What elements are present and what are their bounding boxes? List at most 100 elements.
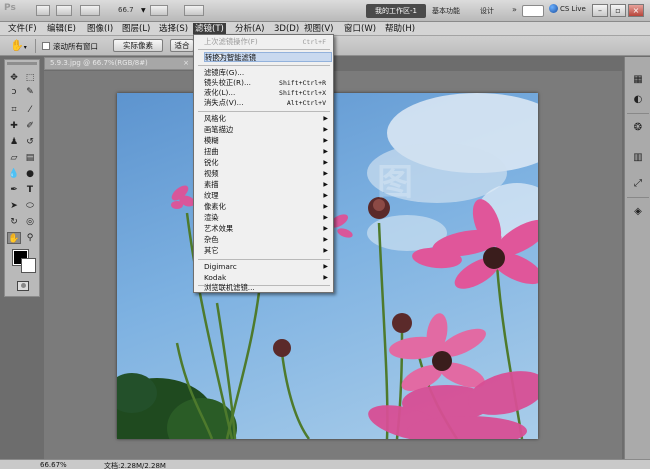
menu-item-kodak[interactable]: Kodak ▶: [204, 273, 332, 283]
menu-item-lens-correction[interactable]: 镜头校正(R)... Shift+Ctrl+R: [204, 78, 332, 88]
menu-item-distort[interactable]: 扭曲 ▶: [204, 147, 332, 157]
document-size-info[interactable]: 文档:2.28M/2.28M: [104, 461, 166, 469]
menu-item-liquify[interactable]: 液化(L)... Shift+Ctrl+X: [204, 88, 332, 98]
menu-item-filter-gallery[interactable]: 滤镜库(G)...: [204, 68, 332, 78]
hand-tool-preset-icon[interactable]: ✋▾: [10, 39, 27, 52]
move-tool-icon[interactable]: ✥: [7, 72, 21, 84]
menu-item-pixelate[interactable]: 像素化 ▶: [204, 202, 332, 212]
panel-grip[interactable]: [7, 62, 37, 65]
quick-mask-icon[interactable]: [17, 281, 29, 291]
menu-select[interactable]: 选择(S): [157, 23, 190, 35]
submenu-arrow-icon: ▶: [323, 203, 328, 210]
menu-separator: [198, 259, 330, 260]
actual-pixels-button[interactable]: 实际像素: [113, 39, 163, 52]
clone-stamp-icon[interactable]: ♟: [7, 136, 21, 148]
zoom-tool-icon[interactable]: ⚲: [23, 232, 37, 244]
bridge-icon[interactable]: [36, 5, 50, 16]
quick-select-tool-icon[interactable]: ✎: [23, 86, 37, 98]
submenu-arrow-icon: ▶: [323, 126, 328, 133]
scroll-all-windows-label: 滚动所有窗口: [53, 42, 98, 51]
restore-button[interactable]: ▫: [610, 4, 626, 17]
shape-tool-icon[interactable]: ⬭: [23, 200, 37, 212]
menu-edit[interactable]: 编辑(E): [45, 23, 78, 35]
path-select-tool-icon[interactable]: ➤: [7, 200, 21, 212]
mouse-cursor-icon: ➚: [214, 51, 224, 64]
color-icon[interactable]: ◐: [630, 93, 646, 107]
zoom-status-field[interactable]: 66.67%: [40, 461, 67, 469]
submenu-arrow-icon: ▶: [323, 225, 328, 232]
document-tab[interactable]: 5.9.3.jpg @ 66.7%(RGB/8#) ×: [44, 57, 194, 70]
type-tool-icon[interactable]: T: [23, 184, 37, 196]
gradient-tool-icon[interactable]: ▤: [23, 152, 37, 164]
cs-live-button[interactable]: CS Live: [549, 4, 587, 18]
menu-item-artistic[interactable]: 艺术效果 ▶: [204, 224, 332, 234]
styles-icon[interactable]: ▥: [630, 151, 646, 165]
panel-divider: [627, 197, 649, 198]
close-button[interactable]: ×: [628, 4, 644, 17]
menu-window[interactable]: 窗口(W): [342, 23, 378, 35]
submenu-arrow-icon: ▶: [323, 214, 328, 221]
healing-brush-icon[interactable]: ✚: [7, 120, 21, 132]
submenu-arrow-icon: ▶: [323, 148, 328, 155]
pen-tool-icon[interactable]: ✒: [7, 184, 21, 196]
menu-item-digimarc[interactable]: Digimarc ▶: [204, 262, 332, 272]
submenu-arrow-icon: ▶: [323, 170, 328, 177]
submenu-arrow-icon: ▶: [323, 181, 328, 188]
history-icon[interactable]: ▦: [630, 73, 646, 87]
eyedropper-tool-icon[interactable]: ⁄: [23, 104, 37, 116]
document-close-icon[interactable]: ×: [183, 58, 189, 69]
layers-icon[interactable]: ◈: [630, 205, 646, 219]
menu-item-other[interactable]: 其它 ▶: [204, 246, 332, 256]
3d-rotate-tool-icon[interactable]: ↻: [7, 216, 21, 228]
help-search-input[interactable]: [522, 5, 544, 17]
eraser-tool-icon[interactable]: ▱: [7, 152, 21, 164]
lasso-tool-icon[interactable]: ↄ: [7, 86, 21, 98]
scroll-all-windows-checkbox[interactable]: [42, 42, 50, 50]
3d-orbit-tool-icon[interactable]: ◎: [23, 216, 37, 228]
dodge-tool-icon[interactable]: ●: [23, 168, 37, 180]
options-divider: [35, 39, 36, 53]
menu-item-stylize[interactable]: 风格化 ▶: [204, 114, 332, 124]
menu-item-sharpen[interactable]: 锐化 ▶: [204, 158, 332, 168]
menu-image[interactable]: 图像(I): [85, 23, 115, 35]
brush-tool-icon[interactable]: ✐: [23, 120, 37, 132]
menu-item-noise[interactable]: 杂色 ▶: [204, 235, 332, 245]
menu-layer[interactable]: 图层(L): [120, 23, 152, 35]
menu-item-sketch[interactable]: 素描 ▶: [204, 180, 332, 190]
transform-icon[interactable]: ⤢: [630, 177, 646, 191]
essentials-workspace[interactable]: 基本功能: [432, 6, 460, 16]
screen-mode-icon[interactable]: [184, 5, 204, 16]
adjustments-icon[interactable]: ❂: [630, 121, 646, 135]
background-color-swatch[interactable]: [21, 258, 36, 273]
menu-item-brush-strokes[interactable]: 画笔描边 ▶: [204, 125, 332, 135]
blur-tool-icon[interactable]: 💧: [7, 168, 21, 180]
hand-tool-icon[interactable]: ✋: [7, 232, 21, 244]
arrange-documents-icon[interactable]: [150, 5, 168, 16]
watermark: 图: [377, 161, 414, 203]
submenu-arrow-icon: ▶: [323, 159, 328, 166]
menu-item-render[interactable]: 渲染 ▶: [204, 213, 332, 223]
zoom-level-field[interactable]: 66.7: [118, 6, 134, 14]
marquee-tool-icon[interactable]: ⬚: [23, 72, 37, 84]
view-extras-icon[interactable]: [80, 5, 100, 16]
crop-tool-icon[interactable]: ⌗: [7, 104, 21, 116]
fit-screen-button[interactable]: 适合: [170, 39, 194, 52]
design-workspace[interactable]: 设计: [480, 6, 494, 16]
menu-item-texture[interactable]: 纹理 ▶: [204, 191, 332, 201]
mini-bridge-icon[interactable]: [56, 5, 72, 16]
menu-file[interactable]: 文件(F): [6, 23, 39, 35]
menu-item-video[interactable]: 视频 ▶: [204, 169, 332, 179]
menu-item-browse-filters-online[interactable]: 浏览联机滤镜...: [204, 283, 332, 293]
submenu-arrow-icon: ▶: [323, 236, 328, 243]
more-workspaces-icon[interactable]: »: [512, 5, 517, 14]
history-brush-icon[interactable]: ↺: [23, 136, 37, 148]
menu-help[interactable]: 帮助(H): [383, 23, 417, 35]
minimize-button[interactable]: –: [592, 4, 608, 17]
submenu-arrow-icon: ▶: [323, 247, 328, 254]
chevron-down-icon[interactable]: ▼: [141, 7, 146, 14]
menu-item-blur[interactable]: 模糊 ▶: [204, 136, 332, 146]
menu-item-vanishing-point[interactable]: 消失点(V)... Alt+Ctrl+V: [204, 98, 332, 108]
submenu-arrow-icon: ▶: [323, 115, 328, 122]
menu-separator: [198, 49, 330, 50]
workspace-button[interactable]: 我的工作区-1: [366, 4, 426, 18]
